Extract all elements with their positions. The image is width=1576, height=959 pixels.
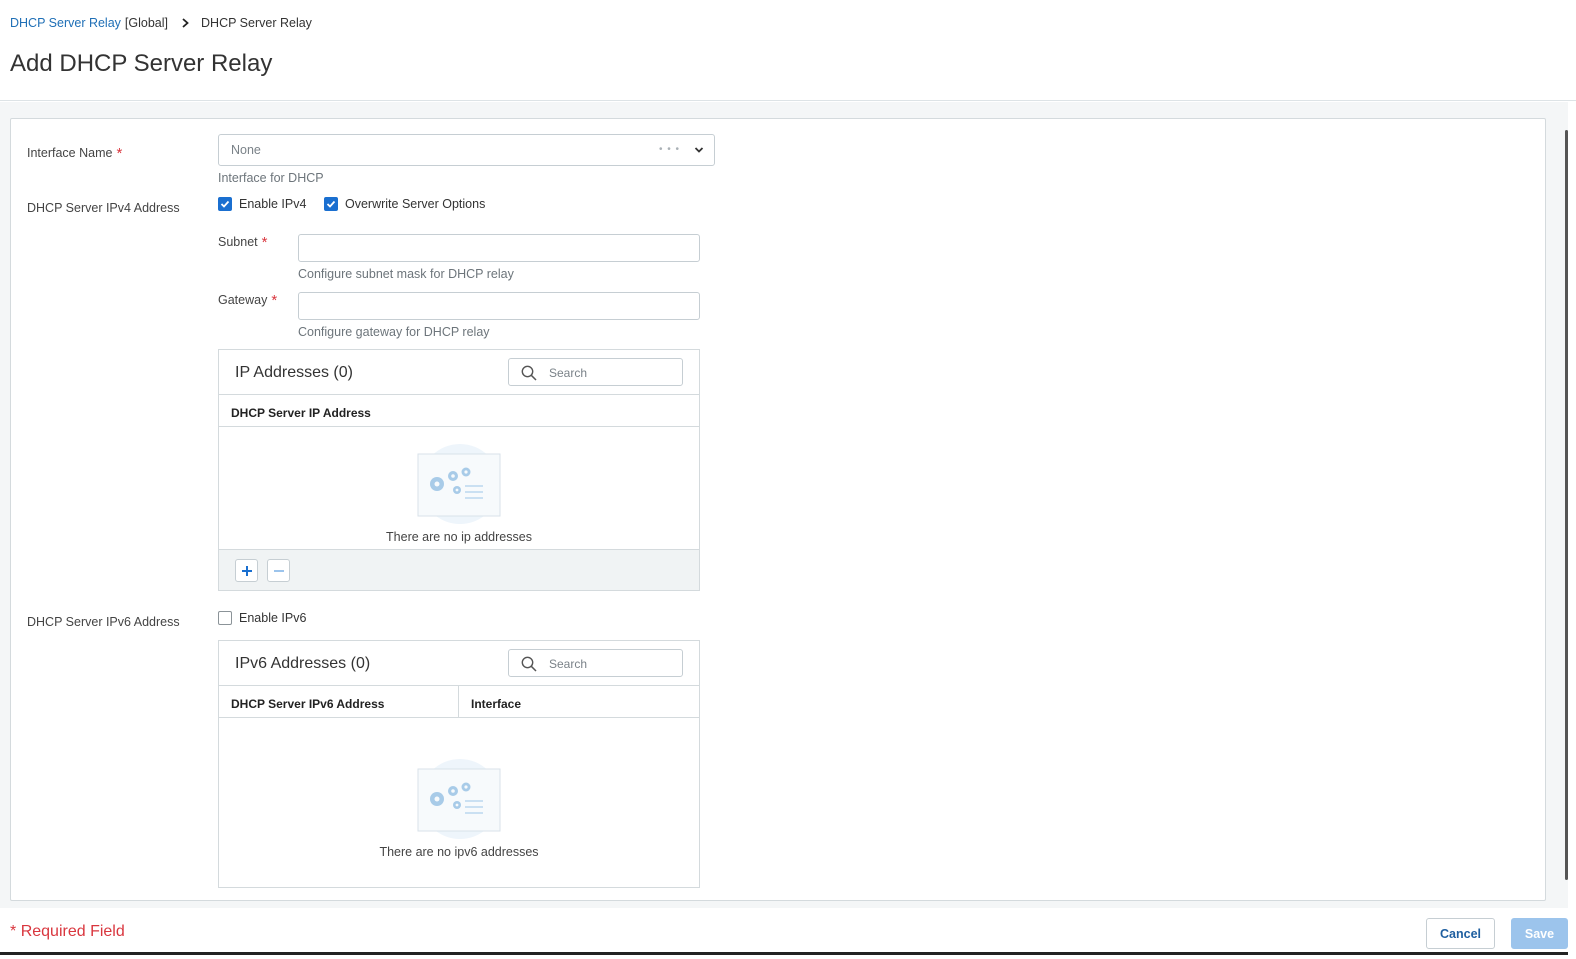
checkbox-box[interactable]	[218, 611, 232, 625]
column-header-interface[interactable]: Interface	[471, 697, 521, 711]
ip-addresses-grid-title: IP Addresses (0)	[235, 364, 353, 381]
column-header-dhcp-server-ipv6-address[interactable]: DHCP Server IPv6 Address	[231, 697, 384, 711]
search-icon	[521, 365, 537, 381]
overwrite-server-options-checkbox[interactable]: Overwrite Server Options	[324, 197, 485, 211]
add-ip-address-button[interactable]	[235, 559, 258, 582]
checkbox-box[interactable]	[218, 197, 232, 211]
gears-illustration-icon	[417, 759, 501, 839]
required-mark: *	[116, 145, 123, 162]
interface-name-text: Interface Name	[27, 146, 113, 160]
breadcrumb-link[interactable]: DHCP Server Relay	[10, 16, 121, 30]
search-icon	[521, 656, 537, 672]
ipv6-section-label: DHCP Server IPv6 Address	[27, 615, 180, 629]
required-field-note: * Required Field	[10, 923, 125, 941]
ipv6-addresses-empty-text: There are no ipv6 addresses	[379, 845, 539, 859]
ip-addresses-grid-header: DHCP Server IP Address	[219, 394, 699, 427]
required-mark: *	[10, 923, 17, 940]
gears-illustration-icon	[417, 444, 501, 524]
remove-ip-address-button[interactable]	[267, 559, 290, 582]
interface-help-text: Interface for DHCP	[218, 171, 324, 185]
search-placeholder: Search	[549, 366, 588, 380]
ip-addresses-empty-text: There are no ip addresses	[386, 530, 532, 544]
plus-icon	[241, 565, 252, 576]
window-bottom-edge	[0, 952, 1568, 955]
gateway-label-text: Gateway	[218, 293, 268, 307]
checkmark-icon	[220, 200, 230, 208]
cancel-button[interactable]: Cancel	[1426, 918, 1495, 949]
subnet-label: Subnet *	[218, 233, 268, 251]
subnet-help-text: Configure subnet mask for DHCP relay	[298, 267, 514, 281]
ipv6-addresses-grid: IPv6 Addresses (0) Search DHCP Server IP…	[218, 640, 700, 888]
required-field-text: Required Field	[20, 923, 125, 940]
search-placeholder: Search	[549, 657, 588, 671]
enable-ipv6-checkbox[interactable]: Enable IPv6	[218, 611, 306, 625]
page-header: DHCP Server Relay [Global] DHCP Server R…	[0, 0, 1576, 101]
loading-dots: • • •	[658, 144, 680, 155]
minus-icon	[273, 569, 284, 572]
breadcrumb-scope: [Global]	[124, 16, 169, 30]
interface-name-label: Interface Name *	[27, 144, 123, 162]
required-mark: *	[271, 292, 278, 309]
required-mark: *	[261, 234, 268, 251]
checkbox-box[interactable]	[324, 197, 338, 211]
gateway-help-text: Configure gateway for DHCP relay	[298, 325, 490, 339]
ipv6-addresses-grid-header: DHCP Server IPv6 Address Interface	[219, 685, 699, 718]
overwrite-server-options-label: Overwrite Server Options	[345, 197, 486, 211]
ipv6-addresses-search-input[interactable]: Search	[508, 649, 683, 677]
ipv4-section-label: DHCP Server IPv4 Address	[27, 201, 180, 215]
breadcrumb: DHCP Server Relay [Global] DHCP Server R…	[10, 16, 312, 30]
ip-addresses-search-input[interactable]: Search	[508, 358, 683, 386]
scrollbar-thumb[interactable]	[1565, 130, 1568, 880]
column-divider[interactable]	[458, 686, 459, 718]
page-title: Add DHCP Server Relay	[10, 50, 273, 77]
enable-ipv4-label: Enable IPv4	[239, 197, 307, 211]
enable-ipv4-checkbox[interactable]: Enable IPv4	[218, 197, 306, 211]
subnet-label-text: Subnet	[218, 235, 258, 249]
column-header-dhcp-server-ip-address[interactable]: DHCP Server IP Address	[231, 406, 371, 420]
checkmark-icon	[326, 200, 336, 208]
interface-name-value: None	[231, 143, 261, 157]
subnet-input[interactable]	[298, 234, 700, 262]
ipv6-addresses-grid-title: IPv6 Addresses (0)	[235, 655, 371, 672]
gateway-label: Gateway *	[218, 291, 278, 309]
chevron-right-icon	[182, 18, 189, 28]
chevron-down-icon[interactable]	[694, 145, 704, 155]
interface-name-select[interactable]: None • • •	[218, 134, 715, 166]
ip-addresses-grid: IP Addresses (0) Search DHCP Server IP A…	[218, 349, 700, 591]
gateway-input[interactable]	[298, 292, 700, 320]
ip-addresses-grid-footer	[219, 549, 699, 590]
save-button[interactable]: Save	[1511, 918, 1568, 949]
enable-ipv6-label: Enable IPv6	[239, 611, 307, 625]
breadcrumb-current: DHCP Server Relay	[201, 16, 312, 30]
